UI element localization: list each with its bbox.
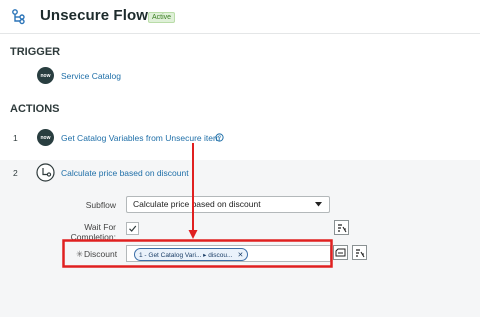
script-toggle-button[interactable] [333, 245, 348, 260]
close-icon[interactable]: ✕ [237, 251, 243, 259]
actions-heading: ACTIONS [10, 103, 60, 115]
flow-tree-icon [12, 9, 25, 25]
data-pill-picker-icon [355, 248, 364, 257]
required-marker: ✳ [76, 249, 84, 259]
action-number: 1 [13, 133, 18, 143]
discount-label: Discount [84, 249, 118, 259]
wait-for-completion-checkbox[interactable] [126, 222, 139, 235]
action-number: 2 [13, 168, 18, 178]
data-pill[interactable]: 1 - Get Catalog Vari... ▸ discou... ✕ [134, 248, 249, 261]
trigger-heading: TRIGGER [10, 46, 61, 58]
trigger-service-catalog-link[interactable]: Service Catalog [61, 71, 121, 81]
subflow-select[interactable]: Calculate price based on discount [126, 196, 330, 213]
data-pill-picker-icon [337, 223, 346, 232]
data-pill-picker-button[interactable] [334, 220, 349, 235]
subflow-label: Subflow [85, 200, 116, 210]
checkmark-icon [129, 225, 137, 232]
subflow-icon [36, 163, 55, 182]
action-1-link[interactable]: Get Catalog Variables from Unsecure item [61, 133, 220, 143]
action-2-link[interactable]: Calculate price based on discount [61, 168, 189, 178]
subflow-select-value: Calculate price based on discount [133, 199, 261, 209]
script-icon [335, 248, 346, 257]
svg-text:?: ? [218, 136, 221, 142]
servicenow-logo-icon: now [37, 129, 54, 146]
chevron-down-icon [315, 202, 322, 207]
wait-for-completion-label: Wait For Completion: [70, 222, 116, 242]
help-circle-icon[interactable]: ? [215, 133, 224, 142]
page-title: Unsecure Flow [40, 7, 148, 24]
status-badge: Active [148, 12, 176, 23]
servicenow-logo-icon: now [37, 67, 54, 84]
data-pill-picker-button[interactable] [352, 245, 367, 260]
data-pill-text: 1 - Get Catalog Vari... ▸ discou... [139, 251, 233, 259]
